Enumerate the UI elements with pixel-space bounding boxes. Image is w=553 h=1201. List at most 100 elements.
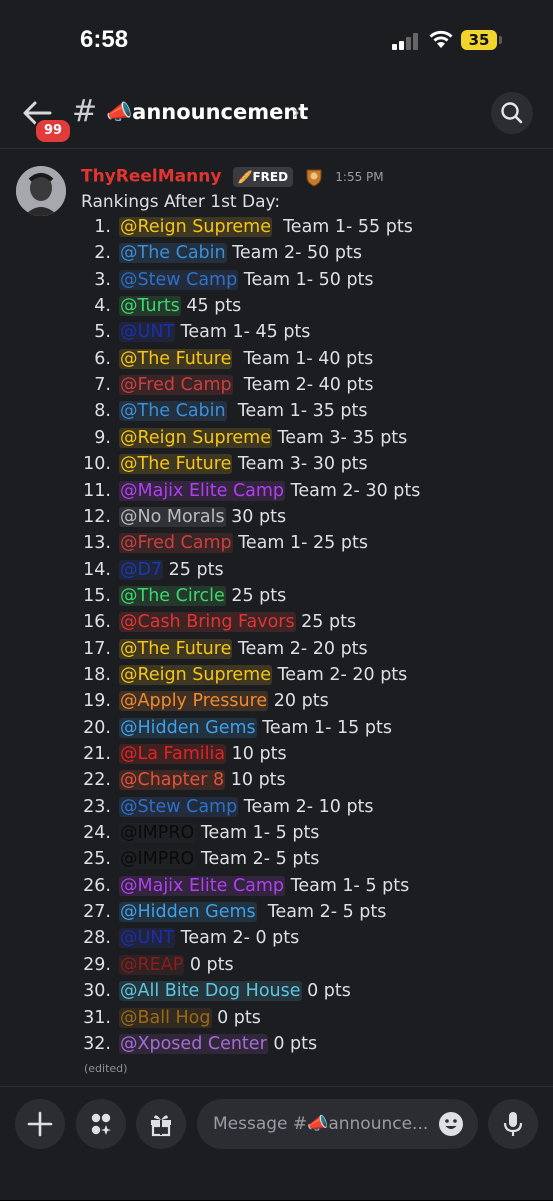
ranking-row: 19. @Apply Pressure 20 pts — [0, 691, 553, 717]
ranking-row: 31. @Ball Hog 0 pts — [0, 1007, 553, 1034]
emoji-icon[interactable] — [438, 1111, 464, 1137]
message-input[interactable]: Message #📣announce... — [197, 1099, 478, 1149]
role-mention[interactable]: @The Future — [119, 638, 233, 659]
channel-header: 99 # 📣announcement › — [0, 80, 553, 149]
server-tag[interactable]: 🥖FRED — [232, 166, 294, 187]
ranking-row: 15. @The Circle 25 pts — [0, 585, 553, 612]
ranking-number: 8. — [94, 401, 111, 422]
role-mention[interactable]: @Ball Hog — [119, 1007, 212, 1028]
role-mention[interactable]: @Stew Camp — [119, 796, 239, 817]
role-mention[interactable]: @The Cabin — [119, 243, 227, 264]
role-mention[interactable]: @Apply Pressure — [119, 691, 269, 712]
ranking-points: Team 2- 0 pts — [175, 928, 300, 949]
ranking-entry: @D7 25 pts — [119, 559, 224, 580]
ranking-points: Team 1- 35 pts — [226, 401, 368, 422]
ranking-row: 20. @Hidden Gems Team 1- 15 pts — [0, 717, 553, 744]
role-mention[interactable]: @Turts — [119, 296, 181, 317]
role-mention[interactable]: @REAP — [119, 954, 185, 975]
role-mention[interactable]: @IMPRO — [119, 849, 196, 870]
role-mention[interactable]: @Xposed Center — [119, 1033, 268, 1054]
ranking-number: 15. — [83, 585, 111, 606]
role-mention[interactable]: @The Circle — [119, 585, 226, 606]
crest-badge-icon[interactable] — [304, 167, 324, 187]
role-mention[interactable]: @Majix Elite Camp — [119, 875, 286, 896]
plus-icon — [27, 1111, 53, 1137]
ranking-number: 29. — [83, 954, 111, 975]
ranking-points: 25 pts — [225, 585, 287, 606]
role-mention[interactable]: @La Familia — [119, 744, 227, 764]
status-bar: 6:58 35 — [0, 0, 553, 80]
avatar-image — [16, 166, 66, 216]
ranking-number: 26. — [83, 875, 111, 896]
role-mention[interactable]: @UNT — [119, 322, 176, 343]
ranking-row: 5. @UNT Team 1- 45 pts — [0, 322, 553, 348]
ranking-number: 24. — [83, 823, 111, 844]
ranking-row: 2. @The Cabin Team 2- 50 pts — [0, 243, 553, 269]
ranking-row: 6. @The Future Team 1- 40 pts — [0, 348, 553, 375]
role-mention[interactable]: @Majix Elite Camp — [119, 480, 286, 501]
microphone-icon — [503, 1112, 523, 1136]
role-mention[interactable]: @Cash Bring Favors — [119, 612, 296, 633]
ranking-row: 13. @Fred Camp Team 1- 25 pts — [0, 533, 553, 559]
apps-button[interactable] — [76, 1099, 126, 1149]
role-mention[interactable]: @Reign Supreme — [119, 217, 272, 237]
microphone-button[interactable] — [488, 1099, 538, 1149]
ranking-number: 6. — [94, 348, 111, 369]
ranking-points: Team 2- 10 pts — [238, 796, 374, 817]
ranking-points: Team 1- 5 pts — [195, 823, 320, 844]
ranking-entry: @Reign Supreme Team 3- 35 pts — [119, 427, 407, 448]
gift-icon — [151, 1115, 171, 1137]
ranking-points: 0 pts — [301, 981, 351, 1002]
ranking-entry: @Turts 45 pts — [119, 296, 241, 317]
ranking-points: Team 1- 55 pts — [271, 217, 413, 237]
chevron-right-icon[interactable]: › — [292, 100, 300, 124]
battery-tip — [499, 36, 502, 44]
channel-name[interactable]: 📣announcement — [106, 100, 308, 125]
message-timestamp: 1:55 PM — [335, 169, 384, 184]
plus-button[interactable] — [15, 1099, 65, 1149]
ranking-points: Team 2- 20 pts — [271, 664, 408, 685]
role-mention[interactable]: @D7 — [119, 559, 164, 580]
role-mention[interactable]: @UNT — [119, 928, 176, 949]
role-mention[interactable]: @Chapter 8 — [119, 770, 226, 791]
role-mention[interactable]: @Reign Supreme — [119, 664, 272, 685]
role-mention[interactable]: @The Future — [119, 348, 233, 369]
ranking-entry: @Fred Camp Team 2- 40 pts — [119, 375, 374, 396]
ranking-number: 5. — [94, 322, 111, 343]
search-button[interactable] — [491, 92, 533, 134]
ranking-points: 10 pts — [225, 770, 286, 791]
ranking-points: 0 pts — [211, 1007, 261, 1028]
ranking-points: 30 pts — [225, 506, 287, 527]
role-mention[interactable]: @Fred Camp — [119, 533, 233, 554]
ranking-points: Team 2- 5 pts — [256, 902, 387, 923]
ranking-row: 22. @Chapter 8 10 pts — [0, 770, 553, 796]
message-intro: Rankings After 1st Day: — [81, 192, 281, 212]
message-author[interactable]: ThyReelManny — [81, 167, 221, 187]
role-mention[interactable]: @Reign Supreme — [119, 427, 272, 448]
ranking-entry: @UNT Team 1- 45 pts — [119, 322, 310, 343]
message-header: ThyReelManny 🥖FRED 1:55 PM — [81, 166, 384, 188]
ranking-number: 14. — [83, 559, 111, 580]
role-mention[interactable]: @Stew Camp — [119, 269, 239, 290]
role-mention[interactable]: @Hidden Gems — [119, 902, 257, 923]
ranking-number: 32. — [83, 1033, 111, 1054]
ranking-number: 9. — [94, 427, 111, 448]
ranking-entry: @Cash Bring Favors 25 pts — [119, 612, 356, 633]
role-mention[interactable]: @The Cabin — [119, 401, 227, 422]
ranking-number: 27. — [83, 902, 111, 923]
role-mention[interactable]: @No Morals — [119, 506, 226, 527]
ranking-entry: @All Bite Dog House 0 pts — [119, 981, 351, 1002]
gift-button[interactable] — [136, 1099, 186, 1149]
ranking-number: 3. — [94, 269, 111, 290]
role-mention[interactable]: @IMPRO — [119, 823, 196, 844]
role-mention[interactable]: @The Future — [119, 454, 233, 475]
role-mention[interactable]: @Hidden Gems — [119, 717, 257, 738]
avatar[interactable] — [16, 166, 66, 216]
role-mention[interactable]: @Fred Camp — [119, 375, 233, 396]
discord-app: 6:58 35 99 # 📣announcement › ThyReelMann… — [0, 0, 553, 1200]
ranking-row: 25. @IMPRO Team 2- 5 pts — [0, 849, 553, 875]
role-mention[interactable]: @All Bite Dog House — [119, 981, 302, 1002]
ranking-number: 11. — [83, 480, 111, 501]
ranking-row: 27. @Hidden Gems Team 2- 5 pts — [0, 902, 553, 928]
ranking-row: 30. @All Bite Dog House 0 pts — [0, 981, 553, 1007]
